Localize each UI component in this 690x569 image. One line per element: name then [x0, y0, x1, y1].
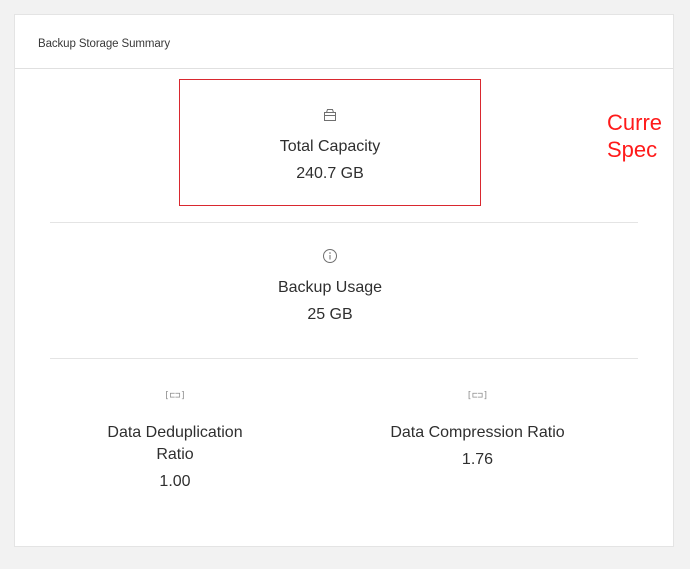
annotation-line: Spec — [607, 137, 658, 162]
ratio-icon: [⊏⊐] — [164, 391, 186, 401]
divider — [50, 222, 638, 223]
highlight-box — [179, 79, 481, 206]
card-title: Backup Storage Summary — [38, 38, 171, 50]
data-deduplication-metric: [⊏⊐] Data Deduplication Ratio 1.00 — [75, 387, 275, 493]
backup-usage-label: Backup Usage — [277, 279, 383, 296]
label-line: Data Deduplication — [107, 424, 243, 441]
divider — [50, 358, 638, 359]
data-deduplication-value: 1.00 — [159, 473, 191, 490]
label-line: Ratio — [156, 446, 194, 463]
data-compression-metric: [⊏⊐] Data Compression Ratio 1.76 — [345, 387, 610, 471]
info-icon — [180, 248, 480, 266]
ratio-icon: [⊏⊐] — [466, 391, 489, 401]
data-compression-value: 1.76 — [461, 451, 494, 468]
annotation-line: Curre — [607, 110, 663, 135]
backup-usage-value: 25 GB — [307, 306, 353, 323]
annotation-text: Curre Spec — [607, 109, 662, 163]
data-deduplication-label: Data Deduplication Ratio — [75, 422, 275, 466]
card-header: Backup Storage Summary — [15, 15, 673, 69]
data-compression-label: Data Compression Ratio — [390, 424, 565, 441]
backup-usage-metric: Backup Usage 25 GB — [180, 248, 480, 326]
